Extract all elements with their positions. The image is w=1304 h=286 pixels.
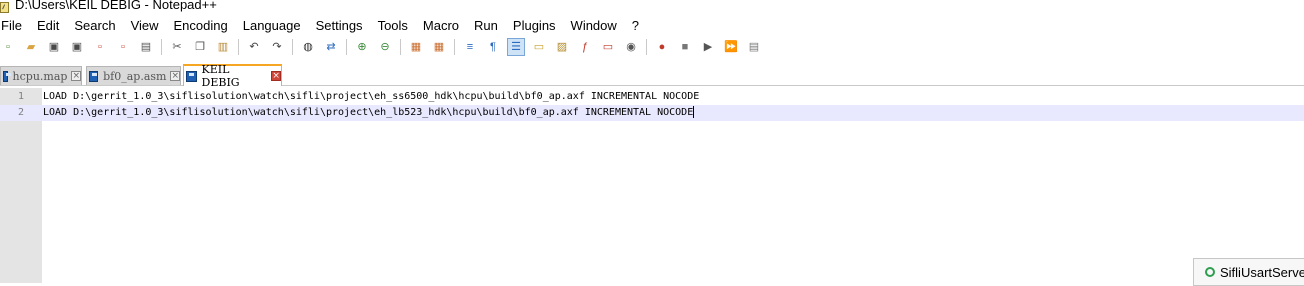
- tab-strip: hcpu.map × bf0_ap.asm × KEIL DEBIG ×: [0, 62, 1304, 89]
- function-list-icon[interactable]: ƒ: [577, 39, 593, 55]
- menu-tools[interactable]: Tools: [378, 18, 415, 33]
- menu-settings[interactable]: Settings: [316, 18, 370, 33]
- print-icon[interactable]: ▤: [138, 39, 154, 55]
- close-icon[interactable]: ×: [71, 71, 81, 81]
- paste-icon[interactable]: ▥: [215, 39, 231, 55]
- menu-window[interactable]: Window: [571, 18, 624, 33]
- new-file-icon[interactable]: ▫: [0, 39, 16, 55]
- tab-label: KEIL DEBIG: [201, 63, 240, 89]
- redo-icon[interactable]: ↷: [269, 39, 285, 55]
- monitoring-icon[interactable]: ◉: [623, 39, 639, 55]
- sync-vertical-icon[interactable]: ▦: [408, 39, 424, 55]
- menu-view[interactable]: View: [131, 18, 166, 33]
- stop-macro-icon[interactable]: ■: [677, 39, 693, 55]
- find-icon[interactable]: ◍: [300, 39, 316, 55]
- menu-macro[interactable]: Macro: [423, 18, 466, 33]
- line-number: 2: [17, 107, 24, 118]
- doc-map-icon[interactable]: ▨: [554, 39, 570, 55]
- notification-label: SifliUsartServe: [1220, 264, 1304, 280]
- close-icon[interactable]: ×: [170, 71, 180, 81]
- sync-horizontal-icon[interactable]: ▦: [431, 39, 447, 55]
- save-all-icon[interactable]: ▣: [69, 39, 85, 55]
- tab-label: bf0_ap.asm: [103, 69, 167, 83]
- undo-icon[interactable]: ↶: [246, 39, 262, 55]
- play-macro-icon[interactable]: ▶: [700, 39, 716, 55]
- text-caret: [693, 106, 695, 118]
- editor-line[interactable]: 1 LOAD D:\gerrit_1.0_3\siflisolution\watc…: [0, 89, 1304, 105]
- menu-bar: File Edit Search View Encoding Language Settin…: [0, 15, 1304, 35]
- user-defined-lang-icon[interactable]: ▭: [531, 39, 547, 55]
- toolbar-separator: [238, 39, 239, 55]
- menu-search[interactable]: Search: [74, 18, 122, 33]
- taskbar-notification[interactable]: SifliUsartServe: [1193, 258, 1304, 286]
- window-title: D:\Users\KEIL DEBIG - Notepad++: [15, 0, 217, 12]
- menu-language[interactable]: Language: [243, 18, 308, 33]
- tab-keil-debig[interactable]: KEIL DEBIG ×: [183, 63, 282, 89]
- line-text: LOAD D:\gerrit_1.0_3\siflisolution\watch…: [43, 106, 695, 118]
- title-bar: D:\Users\KEIL DEBIG - Notepad++: [0, 0, 1304, 14]
- zoom-out-icon[interactable]: ⊖: [377, 39, 393, 55]
- toolbar-separator: [454, 39, 455, 55]
- indent-guide-icon[interactable]: ☰: [507, 38, 525, 56]
- file-save-state-icon: [3, 70, 11, 82]
- toolbar-separator: [292, 39, 293, 55]
- word-wrap-icon[interactable]: ≡: [462, 39, 478, 55]
- file-save-state-icon: [186, 70, 197, 82]
- network-icon: [1205, 267, 1215, 277]
- run-macro-multiple-icon[interactable]: ⏩: [723, 39, 739, 55]
- notepad-icon: [0, 1, 9, 13]
- close-icon[interactable]: ×: [271, 71, 281, 81]
- save-icon[interactable]: ▣: [46, 39, 62, 55]
- save-macro-icon[interactable]: ▤: [746, 39, 762, 55]
- menu-edit[interactable]: Edit: [37, 18, 66, 33]
- toolbar-separator: [346, 39, 347, 55]
- close-file-icon[interactable]: ▫: [92, 39, 108, 55]
- toolbar-separator: [646, 39, 647, 55]
- show-all-chars-icon[interactable]: ¶: [485, 39, 501, 55]
- line-text: LOAD D:\gerrit_1.0_3\siflisolution\watch…: [43, 91, 700, 102]
- menu-run[interactable]: Run: [474, 18, 505, 33]
- toolbar-separator: [161, 39, 162, 55]
- zoom-in-icon[interactable]: ⊕: [354, 39, 370, 55]
- copy-icon[interactable]: ❐: [192, 39, 208, 55]
- toolbar-separator: [400, 39, 401, 55]
- tab-label: hcpu.map: [12, 69, 68, 83]
- editor-line[interactable]: 2 LOAD D:\gerrit_1.0_3\siflisolution\watc…: [0, 105, 1304, 121]
- file-save-state-icon: [89, 70, 99, 82]
- menu-help[interactable]: ?: [632, 18, 646, 33]
- menu-plugins[interactable]: Plugins: [513, 18, 563, 33]
- toolbar: ▫ ▰ ▣ ▣ ▫ ▫ ▤ ✂ ❐ ▥ ↶ ↷ ◍ ⇄ ⊕ ⊖ ▦ ▦ ≡ ¶ ☰ ▭ ▨ ƒ ▭ ◉ ● ■ ▶ ⏩ ▤: [0, 36, 1304, 58]
- tab-bf0-ap-asm[interactable]: bf0_ap.asm ×: [86, 66, 181, 85]
- line-number: 1: [17, 91, 24, 102]
- menu-file[interactable]: File: [1, 18, 29, 33]
- editor[interactable]: 1 LOAD D:\gerrit_1.0_3\siflisolution\watc…: [0, 88, 1304, 283]
- close-all-icon[interactable]: ▫: [115, 39, 131, 55]
- menu-encoding[interactable]: Encoding: [174, 18, 235, 33]
- cut-icon[interactable]: ✂: [169, 39, 185, 55]
- replace-icon[interactable]: ⇄: [323, 39, 339, 55]
- open-file-icon[interactable]: ▰: [23, 39, 39, 55]
- tab-hcpu-map[interactable]: hcpu.map ×: [0, 66, 82, 85]
- record-macro-icon[interactable]: ●: [654, 39, 670, 55]
- folder-workspace-icon[interactable]: ▭: [600, 39, 616, 55]
